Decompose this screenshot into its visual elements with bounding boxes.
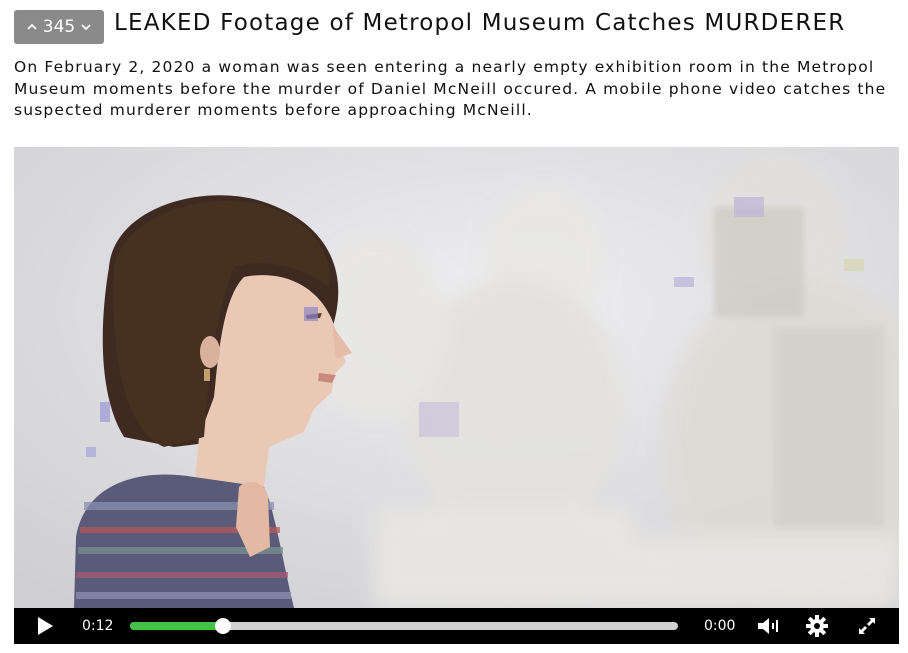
progress-knob[interactable] <box>215 618 232 634</box>
fullscreen-button[interactable] <box>856 615 878 637</box>
video-frame <box>14 147 899 608</box>
volume-button[interactable] <box>756 615 780 637</box>
volume-icon <box>758 618 778 634</box>
video-controls: 0:12 0:00 <box>14 608 899 644</box>
vote-widget: 345 <box>14 10 104 44</box>
duration: 0:00 <box>704 618 736 634</box>
post-title: LEAKED Footage of Metropol Museum Catche… <box>114 10 846 36</box>
settings-button[interactable] <box>806 615 828 637</box>
video-player[interactable]: 0:12 0:00 <box>14 147 899 644</box>
vote-count: 345 <box>42 17 76 37</box>
fullscreen-icon <box>859 618 875 634</box>
play-button[interactable] <box>34 615 56 637</box>
chevron-up-icon[interactable] <box>26 21 38 33</box>
gear-icon <box>806 615 828 637</box>
chevron-down-icon[interactable] <box>80 21 92 33</box>
current-time: 0:12 <box>82 618 114 634</box>
progress-bar[interactable] <box>130 618 678 634</box>
post-description: On February 2, 2020 a woman was seen ent… <box>14 58 887 119</box>
play-icon <box>38 617 53 635</box>
progress-fill <box>130 622 224 630</box>
